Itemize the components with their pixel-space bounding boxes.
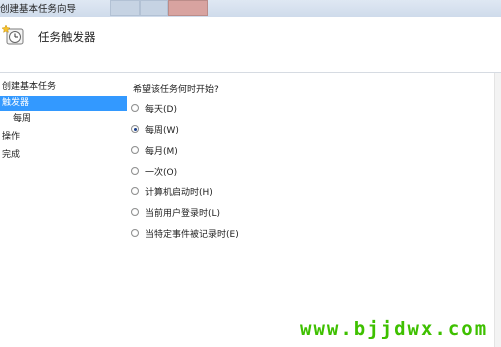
trigger-prompt: 希望该任务何时开始?	[133, 85, 219, 95]
wizard-header: 任务触发器	[0, 17, 501, 72]
sidebar-item-weekly[interactable]: 每周	[13, 112, 31, 127]
option-on-startup[interactable]: 计算机启动时(H)	[131, 184, 213, 198]
title-bar: 创建基本任务向导	[0, 0, 501, 17]
radio-on-logon[interactable]	[131, 208, 139, 216]
sidebar-item-action[interactable]: 操作	[2, 130, 20, 145]
option-weekly-label: 每周(W)	[145, 125, 179, 136]
radio-on-event[interactable]	[131, 229, 139, 237]
watermark: www.bjjdwx.com	[300, 318, 489, 340]
sidebar-item-trigger[interactable]: 触发器	[0, 96, 127, 111]
radio-weekly[interactable]	[131, 125, 139, 133]
trigger-options-panel: 希望该任务何时开始? 每天(D) 每周(W) 每月(M) 一次(O) 计算机启动…	[127, 73, 501, 347]
close-button[interactable]	[168, 0, 208, 16]
sidebar-item-finish[interactable]: 完成	[2, 148, 20, 163]
option-once-label: 一次(O)	[145, 167, 178, 178]
option-on-event-label: 当特定事件被记录时(E)	[145, 229, 239, 240]
radio-daily[interactable]	[131, 104, 139, 112]
radio-once[interactable]	[131, 167, 139, 175]
minimize-button[interactable]	[110, 0, 140, 16]
option-once[interactable]: 一次(O)	[131, 164, 177, 178]
option-daily[interactable]: 每天(D)	[131, 101, 177, 115]
radio-on-startup[interactable]	[131, 187, 139, 195]
option-monthly[interactable]: 每月(M)	[131, 143, 178, 157]
option-weekly[interactable]: 每周(W)	[131, 122, 179, 136]
option-on-logon-label: 当前用户登录时(L)	[145, 208, 221, 219]
option-on-startup-label: 计算机启动时(H)	[145, 187, 213, 198]
page-title: 任务触发器	[38, 30, 96, 44]
task-wizard-icon	[2, 24, 24, 45]
maximize-button[interactable]	[140, 0, 168, 16]
vertical-scrollbar[interactable]	[494, 73, 501, 347]
sidebar-item-create-basic-task[interactable]: 创建基本任务	[2, 80, 56, 95]
wizard-steps-sidebar: 创建基本任务 触发器 每周 操作 完成	[0, 73, 127, 347]
window-title: 创建基本任务向导	[0, 4, 77, 15]
radio-monthly[interactable]	[131, 146, 139, 154]
option-daily-label: 每天(D)	[145, 104, 177, 115]
option-on-logon[interactable]: 当前用户登录时(L)	[131, 205, 220, 219]
option-on-event[interactable]: 当特定事件被记录时(E)	[131, 226, 239, 240]
option-monthly-label: 每月(M)	[145, 146, 178, 157]
